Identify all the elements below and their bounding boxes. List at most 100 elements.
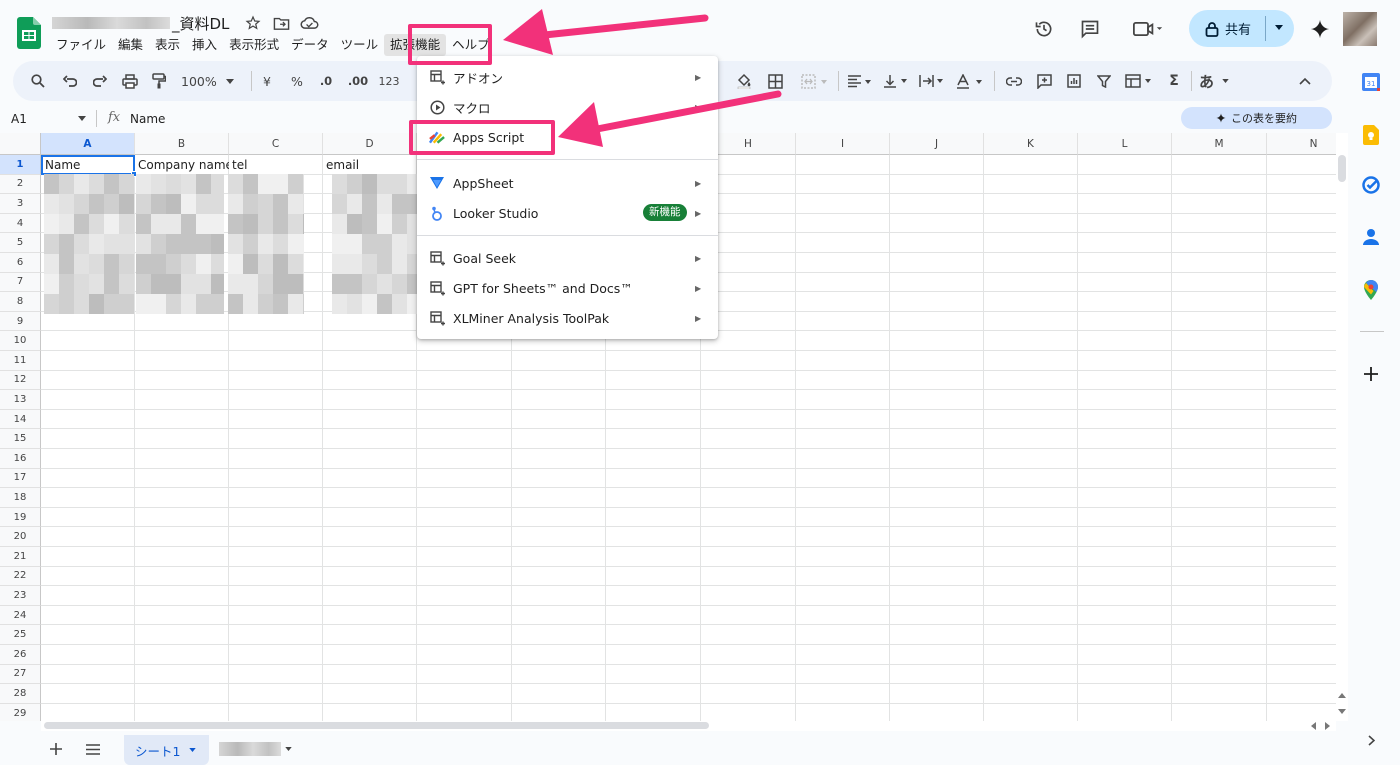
menu-item-gpt-for-sheets[interactable]: GPT for Sheets™ and Docs™ ▶: [417, 273, 718, 303]
add-addon-icon[interactable]: [1361, 364, 1381, 384]
zoom-select[interactable]: 100%: [181, 61, 243, 101]
column-header-i[interactable]: I: [796, 133, 890, 155]
row-header-6[interactable]: 6: [0, 253, 41, 273]
insert-link-icon[interactable]: [1003, 61, 1025, 101]
meet-video-icon[interactable]: [1124, 11, 1172, 47]
menu-tools[interactable]: ツール: [335, 34, 385, 56]
menu-insert[interactable]: 挿入: [186, 34, 223, 56]
row-header-26[interactable]: 26: [0, 645, 41, 665]
cloud-status-icon[interactable]: [299, 13, 319, 33]
sheet-tab-redacted[interactable]: [219, 742, 281, 756]
version-history-icon[interactable]: [1026, 11, 1062, 47]
menu-edit[interactable]: 編集: [112, 34, 149, 56]
filter-views-icon[interactable]: [1121, 61, 1157, 101]
row-header-3[interactable]: 3: [0, 194, 41, 214]
keep-notes-icon[interactable]: [1361, 125, 1381, 145]
column-header-a[interactable]: A: [41, 133, 135, 155]
redo-icon[interactable]: [89, 61, 111, 101]
row-header-15[interactable]: 15: [0, 429, 41, 449]
share-button[interactable]: 共有: [1189, 10, 1294, 47]
input-tools-button[interactable]: あ: [1199, 61, 1235, 101]
share-dropdown-icon[interactable]: [1275, 25, 1283, 30]
menu-item-macros[interactable]: マクロ ▶: [417, 92, 718, 122]
vertical-scroll-thumb[interactable]: [1338, 155, 1346, 182]
column-header-c[interactable]: C: [229, 133, 323, 155]
row-header-22[interactable]: 22: [0, 566, 41, 587]
row-header-21[interactable]: 21: [0, 547, 41, 567]
menu-format[interactable]: 表示形式: [223, 34, 285, 56]
column-header-k[interactable]: K: [984, 133, 1078, 155]
menu-item-xlminer[interactable]: XLMiner Analysis ToolPak ▶: [417, 303, 718, 333]
row-header-29[interactable]: 29: [0, 703, 41, 721]
increase-decimal-button[interactable]: .00: [346, 61, 370, 101]
row-header-9[interactable]: 9: [0, 311, 41, 332]
menu-item-goal-seek[interactable]: Goal Seek ▶: [417, 243, 718, 273]
menu-file[interactable]: ファイル: [50, 34, 112, 56]
row-header-28[interactable]: 28: [0, 684, 41, 704]
cell-b1[interactable]: Company name: [135, 155, 229, 174]
row-header-5[interactable]: 5: [0, 233, 41, 253]
name-box-dropdown-icon[interactable]: [78, 116, 86, 121]
menu-item-looker-studio[interactable]: Looker Studio 新機能 ▶: [417, 198, 718, 228]
insert-chart-icon[interactable]: [1063, 61, 1085, 101]
all-sheets-icon[interactable]: [84, 740, 102, 758]
scroll-down-icon[interactable]: [1338, 709, 1346, 715]
text-wrapping-icon[interactable]: [916, 61, 948, 101]
row-header-18[interactable]: 18: [0, 488, 41, 508]
expand-panel-icon[interactable]: [1361, 730, 1381, 750]
row-header-25[interactable]: 25: [0, 625, 41, 645]
menu-item-appsheet[interactable]: AppSheet ▶: [417, 168, 718, 198]
paint-format-icon[interactable]: [148, 61, 170, 101]
row-header-10[interactable]: 10: [0, 331, 41, 351]
row-header-20[interactable]: 20: [0, 527, 41, 547]
avatar[interactable]: [1343, 12, 1377, 46]
star-icon[interactable]: [243, 13, 263, 33]
percent-format-button[interactable]: %: [289, 61, 305, 101]
tasks-icon[interactable]: [1361, 175, 1381, 195]
scroll-left-icon[interactable]: [1310, 722, 1316, 730]
row-header-27[interactable]: 27: [0, 664, 41, 685]
sheets-logo-icon[interactable]: [17, 17, 41, 49]
insert-comment-icon[interactable]: [1033, 61, 1055, 101]
row-header-7[interactable]: 7: [0, 272, 41, 293]
row-header-24[interactable]: 24: [0, 605, 41, 626]
fill-color-icon[interactable]: [733, 61, 755, 101]
row-header-11[interactable]: 11: [0, 351, 41, 371]
row-header-23[interactable]: 23: [0, 586, 41, 606]
select-all-corner[interactable]: [0, 133, 41, 155]
move-folder-icon[interactable]: [271, 13, 291, 33]
column-header-n[interactable]: N: [1267, 133, 1336, 155]
document-title[interactable]: _資料DL: [172, 13, 229, 34]
cell-d1[interactable]: email: [323, 155, 417, 174]
scroll-up-icon[interactable]: [1338, 692, 1346, 698]
undo-icon[interactable]: [59, 61, 81, 101]
sheet-tab-active[interactable]: シート1: [124, 735, 209, 765]
column-header-j[interactable]: J: [890, 133, 984, 155]
gemini-sparkle-icon[interactable]: [1302, 11, 1338, 47]
search-menus-icon[interactable]: [27, 61, 49, 101]
formula-input[interactable]: Name: [130, 112, 165, 126]
print-icon[interactable]: [119, 61, 141, 101]
row-header-12[interactable]: 12: [0, 370, 41, 391]
row-header-17[interactable]: 17: [0, 468, 41, 489]
menu-item-addons[interactable]: アドオン ▶: [417, 62, 718, 92]
comments-icon[interactable]: [1072, 11, 1108, 47]
row-header-2[interactable]: 2: [0, 174, 41, 195]
filter-icon[interactable]: [1093, 61, 1115, 101]
add-sheet-icon[interactable]: [47, 740, 65, 758]
summarize-table-button[interactable]: この表を要約: [1181, 107, 1332, 129]
menu-view[interactable]: 表示: [149, 34, 186, 56]
contacts-icon[interactable]: [1361, 227, 1381, 247]
row-header-14[interactable]: 14: [0, 409, 41, 430]
column-header-d[interactable]: D: [323, 133, 417, 155]
row-header-19[interactable]: 19: [0, 507, 41, 528]
collapse-toolbar-icon[interactable]: [1295, 61, 1315, 101]
calendar-icon[interactable]: 31: [1361, 72, 1381, 92]
borders-icon[interactable]: [765, 61, 785, 101]
currency-format-button[interactable]: ¥: [260, 61, 274, 101]
horizontal-scroll-thumb[interactable]: [44, 722, 709, 729]
column-header-m[interactable]: M: [1172, 133, 1267, 155]
vertical-scrollbar[interactable]: [1336, 133, 1348, 721]
decrease-decimal-button[interactable]: .0: [316, 61, 336, 101]
text-rotation-icon[interactable]: [952, 61, 988, 101]
